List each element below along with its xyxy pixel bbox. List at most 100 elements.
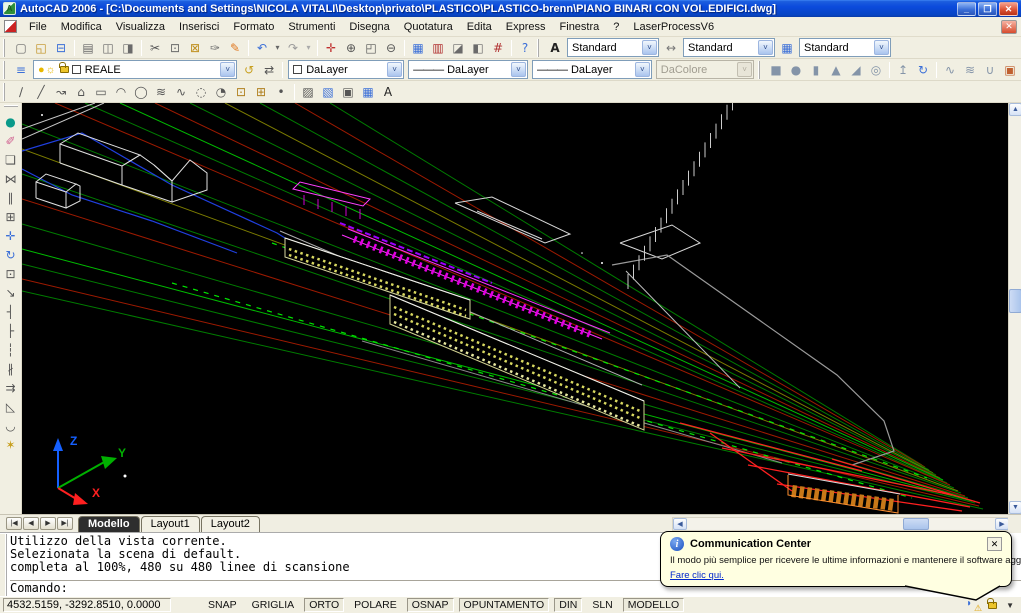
linetype-combo[interactable]: ——— DaLayer ˅ [408, 60, 528, 79]
vertical-scrollbar[interactable]: ▲ ▼ [1008, 103, 1021, 514]
menu-inserisci[interactable]: Inserisci [172, 19, 226, 35]
move-icon[interactable]: ✛ [1, 226, 20, 245]
opuntamento-toggle[interactable]: OPUNTAMENTO [459, 598, 550, 612]
polygon-icon[interactable]: ⌂ [71, 83, 91, 101]
line-icon[interactable]: ∕ [11, 83, 31, 101]
tab-modello[interactable]: Modello [78, 516, 140, 532]
cut-icon[interactable]: ✂ [145, 39, 165, 57]
toolbar-grip[interactable] [3, 61, 8, 79]
scale-icon[interactable]: ⊡ [1, 264, 20, 283]
toolbar-grip[interactable] [537, 39, 542, 57]
open-file-icon[interactable]: ◱ [31, 39, 51, 57]
break-icon[interactable]: ∦ [1, 359, 20, 378]
trim-icon[interactable]: ┤ [1, 302, 20, 321]
menu-disegna[interactable]: Disegna [342, 19, 396, 35]
scroll-up-icon[interactable]: ▲ [1009, 103, 1021, 116]
menu-laserprocess[interactable]: LaserProcessV6 [626, 19, 721, 35]
etransmit-icon[interactable]: ◧ [468, 39, 488, 57]
first-tab-icon[interactable]: |◀ [6, 517, 22, 530]
spline-icon[interactable]: ∿ [171, 83, 191, 101]
table-style-combo[interactable]: Standard ˅ [799, 38, 891, 57]
sheet-set-manager-icon[interactable]: ▦ [408, 39, 428, 57]
layer-previous-icon[interactable]: ↺ [239, 61, 259, 79]
render-icon[interactable]: ▣ [1000, 61, 1020, 79]
chevron-down-icon[interactable]: ˅ [635, 62, 650, 77]
offset-icon[interactable]: ∥ [1, 188, 20, 207]
zoom-previous-icon[interactable]: ⊖ [381, 39, 401, 57]
new-file-icon[interactable]: ▢ [11, 39, 31, 57]
balloon-link[interactable]: Fare clic qui. [670, 570, 724, 581]
circle-icon[interactable]: ◯ [131, 83, 151, 101]
polyline-icon[interactable]: ↝ [51, 83, 71, 101]
layer-states-icon[interactable]: ⇄ [259, 61, 279, 79]
fillet-icon[interactable]: ◡ [1, 416, 20, 435]
prev-tab-icon[interactable]: ◀ [23, 517, 39, 530]
arc-icon[interactable]: ◠ [111, 83, 131, 101]
drawing-viewport[interactable]: Z Y X [22, 103, 1008, 514]
tab-layout1[interactable]: Layout1 [141, 516, 200, 532]
griglia-toggle[interactable]: GRIGLIA [247, 598, 300, 612]
text-style-icon[interactable]: A [545, 39, 565, 57]
publish-icon[interactable]: ◨ [118, 39, 138, 57]
explode-icon[interactable]: ✶ [1, 435, 20, 454]
command-window-grip[interactable] [0, 534, 7, 596]
pan-realtime-icon[interactable]: ✛ [321, 39, 341, 57]
solid-cylinder-icon[interactable]: ▮ [806, 61, 826, 79]
coordinates-display[interactable]: 4532.5159, -3292.8510, 0.0000 [3, 598, 171, 612]
orto-toggle[interactable]: ORTO [304, 598, 344, 612]
menu-strumenti[interactable]: Strumenti [281, 19, 342, 35]
balloon-close-icon[interactable]: ✕ [987, 537, 1002, 551]
zoom-window-icon[interactable]: ◰ [361, 39, 381, 57]
help-icon[interactable]: ? [515, 39, 535, 57]
copy-clip-icon[interactable]: ⊡ [165, 39, 185, 57]
undo-icon[interactable]: ↶ [252, 39, 272, 57]
redo-dropdown-icon[interactable]: ▾ [303, 39, 314, 57]
paint-brush-icon[interactable]: ✎ [225, 39, 245, 57]
menu-edita[interactable]: Edita [460, 19, 499, 35]
join-icon[interactable]: ⇉ [1, 378, 20, 397]
region-icon[interactable]: ▣ [338, 83, 358, 101]
dim-style-icon[interactable]: ↔ [661, 39, 681, 57]
text-style-combo[interactable]: Standard ˅ [567, 38, 659, 57]
revolve-icon[interactable]: ↻ [913, 61, 933, 79]
make-block-icon[interactable]: ⊞ [251, 83, 271, 101]
block-editor-icon[interactable]: ◪ [448, 39, 468, 57]
zoom-realtime-icon[interactable]: ⊕ [341, 39, 361, 57]
layer-on-icon[interactable]: ● [38, 64, 45, 76]
quickcalc-icon[interactable]: # [488, 39, 508, 57]
layer-properties-icon[interactable]: ≡ [11, 61, 31, 79]
color-combo[interactable]: DaLayer ˅ [288, 60, 404, 79]
erase-icon[interactable]: ✐ [1, 131, 20, 150]
point-icon[interactable]: • [271, 83, 291, 101]
ellipse-icon[interactable]: ◌ [191, 83, 211, 101]
sln-toggle[interactable]: SLN [587, 598, 617, 612]
gradient-icon[interactable]: ▧ [318, 83, 338, 101]
tab-layout2[interactable]: Layout2 [201, 516, 260, 532]
rectangle-icon[interactable]: ▭ [91, 83, 111, 101]
solid-torus-icon[interactable]: ◎ [866, 61, 886, 79]
revision-cloud-icon[interactable]: ≋ [151, 83, 171, 101]
din-toggle[interactable]: DIN [554, 598, 582, 612]
multiline-text-icon[interactable]: A [378, 83, 398, 101]
menu-quotatura[interactable]: Quotatura [397, 19, 460, 35]
chevron-down-icon[interactable]: ˅ [874, 40, 889, 55]
last-tab-icon[interactable]: ▶| [57, 517, 73, 530]
sweep-icon[interactable]: ∿ [940, 61, 960, 79]
chevron-down-icon[interactable]: ˅ [387, 62, 402, 77]
menu-help[interactable]: ? [606, 19, 626, 35]
hatch-icon[interactable]: ▨ [298, 83, 318, 101]
save-file-icon[interactable]: ⊟ [51, 39, 71, 57]
menu-visualizza[interactable]: Visualizza [109, 19, 172, 35]
solid-wedge-icon[interactable]: ◢ [846, 61, 866, 79]
markup-set-manager-icon[interactable]: ▥ [428, 39, 448, 57]
close-button[interactable]: ✕ [999, 2, 1018, 16]
layer-freeze-icon[interactable]: ☼ [46, 64, 56, 76]
menu-express[interactable]: Express [499, 19, 553, 35]
stretch-icon[interactable]: ↘ [1, 283, 20, 302]
orbit-icon[interactable]: ● [1, 112, 20, 131]
document-icon[interactable] [4, 20, 17, 33]
array-icon[interactable]: ⊞ [1, 207, 20, 226]
menu-formato[interactable]: Formato [226, 19, 281, 35]
lineweight-combo[interactable]: ——— DaLayer ˅ [532, 60, 652, 79]
rotate-icon[interactable]: ↻ [1, 245, 20, 264]
